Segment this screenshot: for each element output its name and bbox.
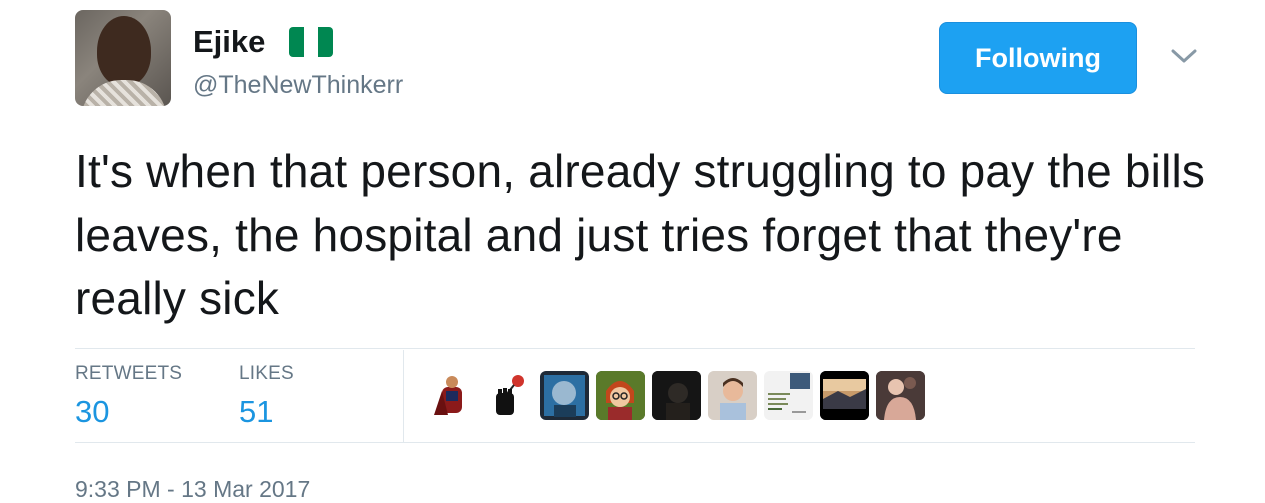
nigeria-flag-icon [289, 27, 333, 57]
tweet-text: It's when that person, already strugglin… [75, 145, 1206, 324]
avatar-face [97, 16, 151, 86]
tweet-timestamp[interactable]: 9:33 PM - 13 Mar 2017 [75, 475, 310, 503]
liker-avatar-8[interactable] [820, 371, 869, 420]
liker-avatar-1[interactable] [428, 371, 477, 420]
retweets-label: RETWEETS [75, 363, 183, 384]
retweets-count: 30 [75, 394, 110, 429]
user-handle[interactable]: @TheNewThinkerr [193, 70, 403, 100]
likes-stat[interactable]: LIKES 51 [239, 364, 294, 430]
liker-avatar-9[interactable] [876, 371, 925, 420]
liker-avatar-4[interactable] [596, 371, 645, 420]
liker-avatars [428, 371, 925, 420]
liker-avatar-3[interactable] [540, 371, 589, 420]
stats-top-divider [75, 348, 1195, 349]
liker-avatar-6[interactable] [708, 371, 757, 420]
likes-count: 51 [239, 394, 274, 429]
liker-avatar-2[interactable] [484, 371, 533, 420]
stats-separator [403, 350, 404, 442]
following-button[interactable]: Following [939, 22, 1137, 94]
stats-bottom-divider [75, 442, 1195, 443]
avatar-shirt [81, 80, 167, 106]
likes-label: LIKES [239, 363, 294, 384]
chevron-down-icon[interactable] [1170, 42, 1198, 70]
liker-avatar-5[interactable] [652, 371, 701, 420]
retweets-stat[interactable]: RETWEETS 30 [75, 364, 182, 430]
liker-avatar-7[interactable] [764, 371, 813, 420]
user-avatar[interactable] [75, 10, 171, 106]
user-display-name[interactable]: Ejike [193, 24, 265, 60]
